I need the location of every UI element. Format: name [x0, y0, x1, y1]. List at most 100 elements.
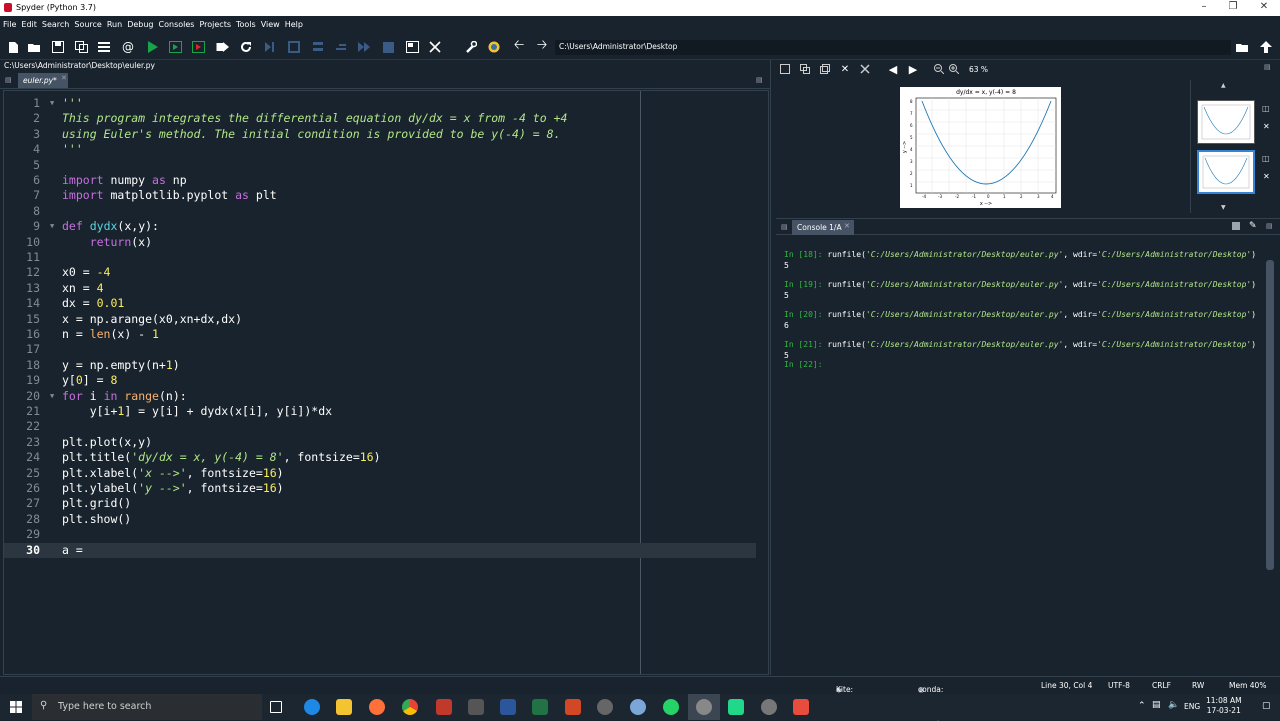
- parent-dir-icon[interactable]: [1259, 40, 1273, 54]
- save-thumb-icon[interactable]: ◫: [1262, 154, 1270, 163]
- new-file-icon[interactable]: [6, 40, 20, 54]
- console-tab-close-icon[interactable]: ✕: [844, 222, 850, 230]
- remove-all-plots-icon[interactable]: [858, 62, 872, 76]
- settings-icon[interactable]: [597, 699, 613, 715]
- previous-plot-icon[interactable]: ◀: [886, 62, 900, 76]
- edit-console-icon[interactable]: ✎: [1249, 221, 1257, 231]
- app-icon[interactable]: [630, 699, 646, 715]
- plot-xlabel: x -->: [980, 201, 992, 207]
- back-arrow-icon[interactable]: 🡠: [512, 38, 526, 54]
- step-return-icon[interactable]: [334, 40, 348, 54]
- edge-icon[interactable]: [304, 699, 320, 715]
- code-editor[interactable]: 1 ▼ ''' 2 This program integrates the diffe…: [3, 90, 769, 675]
- python-path-icon[interactable]: [487, 40, 501, 54]
- console-scrollbar[interactable]: [1266, 260, 1274, 570]
- volume-icon[interactable]: 🔈: [1168, 700, 1179, 710]
- debug-icon[interactable]: [263, 40, 277, 54]
- word-icon[interactable]: [500, 699, 516, 715]
- menu-file[interactable]: File: [0, 16, 18, 29]
- editor-options-icon[interactable]: ▤: [756, 76, 763, 84]
- minimize-icon[interactable]: –: [1192, 1, 1216, 12]
- save-thumb-icon[interactable]: ◫: [1262, 104, 1270, 113]
- task-view-icon[interactable]: [270, 701, 282, 713]
- forward-arrow-icon[interactable]: 🡢: [535, 38, 549, 54]
- language-indicator[interactable]: ENG: [1184, 702, 1200, 711]
- next-plot-icon[interactable]: ▶: [906, 62, 920, 76]
- tab-close-icon[interactable]: ✕: [61, 74, 67, 82]
- step-into-icon[interactable]: [311, 40, 325, 54]
- clock[interactable]: 11:08 AM 17-03-21: [1206, 696, 1242, 716]
- menu-search[interactable]: Search: [39, 16, 71, 29]
- menu-consoles[interactable]: Consoles: [156, 16, 197, 29]
- network-icon[interactable]: ▤: [1152, 700, 1161, 710]
- preferences-wrench-icon[interactable]: [464, 40, 478, 54]
- menu-view[interactable]: View: [258, 16, 282, 29]
- console-output: 5: [784, 261, 789, 270]
- plot-thumbnail[interactable]: [1197, 100, 1255, 144]
- thumb-scroll-down-icon[interactable]: ▼: [1221, 204, 1226, 211]
- run-selection-icon[interactable]: [215, 40, 229, 54]
- zoom-level[interactable]: 63 %: [966, 63, 1002, 76]
- stop-console-icon[interactable]: [1232, 222, 1240, 230]
- active-app-highlight[interactable]: [688, 694, 720, 720]
- thumb-scroll-up-icon[interactable]: ▲: [1221, 82, 1226, 89]
- taskbar-search[interactable]: ⚲ Type here to search: [32, 694, 262, 720]
- at-icon[interactable]: @: [121, 40, 135, 54]
- save-all-icon[interactable]: [74, 40, 88, 54]
- run-cell-icon[interactable]: [168, 40, 182, 54]
- current-code-line[interactable]: 30 a =: [4, 542, 756, 558]
- copy-plot-icon[interactable]: [818, 62, 832, 76]
- open-file-icon[interactable]: [27, 40, 41, 54]
- menu-help[interactable]: Help: [282, 16, 305, 29]
- run-cell-advance-icon[interactable]: [191, 40, 205, 54]
- ipython-console[interactable]: In [18]: runfile('C:/Users/Administrator…: [776, 236, 1280, 676]
- save-plot-icon[interactable]: [778, 62, 792, 76]
- fullscreen-icon[interactable]: [428, 40, 442, 54]
- app-icon[interactable]: [793, 699, 809, 715]
- zoom-out-icon[interactable]: [932, 62, 946, 76]
- file-explorer-icon[interactable]: [336, 699, 352, 715]
- whatsapp-icon[interactable]: [663, 699, 679, 715]
- debug-step-icon[interactable]: [287, 40, 301, 54]
- powerpoint-icon[interactable]: [565, 699, 581, 715]
- tray-chevron-icon[interactable]: ⌃: [1138, 701, 1146, 711]
- browse-folder-icon[interactable]: [1235, 40, 1249, 54]
- maximize-pane-icon[interactable]: [405, 40, 419, 54]
- console-options-icon[interactable]: ▤: [1266, 222, 1273, 230]
- save-icon[interactable]: [51, 40, 65, 54]
- continue-icon[interactable]: [357, 40, 371, 54]
- menu-projects[interactable]: Projects: [196, 16, 233, 29]
- rerun-icon[interactable]: [239, 40, 253, 54]
- zoom-in-icon[interactable]: [947, 62, 961, 76]
- maximize-icon[interactable]: ❐: [1221, 1, 1245, 12]
- console-prompt[interactable]: In [22]:: [784, 360, 823, 369]
- firefox-icon[interactable]: [369, 699, 385, 715]
- excel-icon[interactable]: [532, 699, 548, 715]
- tab-list-icon[interactable]: ▤: [5, 76, 12, 84]
- taskbar: ⚲ Type here to search ⌃ ▤ 🔈 ENG 11:08 AM 1…: [0, 694, 1280, 720]
- stop-debug-icon[interactable]: [381, 40, 395, 54]
- menu-edit[interactable]: Edit: [18, 16, 39, 29]
- console-list-icon[interactable]: ▤: [781, 223, 788, 231]
- windows-start-icon[interactable]: [10, 701, 22, 713]
- remove-plot-icon[interactable]: ✕: [838, 62, 852, 76]
- menu-run[interactable]: Run: [104, 16, 124, 29]
- save-all-plots-icon[interactable]: [798, 62, 812, 76]
- menu-debug[interactable]: Debug: [124, 16, 155, 29]
- app-icon[interactable]: [436, 699, 452, 715]
- close-thumb-icon[interactable]: ✕: [1263, 172, 1270, 181]
- app-icon[interactable]: [728, 699, 744, 715]
- menu-source[interactable]: Source: [71, 16, 103, 29]
- close-icon[interactable]: ✕: [1252, 1, 1276, 12]
- notification-icon[interactable]: ▢: [1262, 701, 1271, 711]
- run-icon[interactable]: [145, 40, 159, 54]
- app-icon[interactable]: [468, 699, 484, 715]
- plot-thumbnail-selected[interactable]: [1197, 150, 1255, 194]
- menu-tools[interactable]: Tools: [233, 16, 258, 29]
- file-list-icon[interactable]: [97, 40, 111, 54]
- chrome-icon[interactable]: [402, 699, 418, 715]
- close-thumb-icon[interactable]: ✕: [1263, 122, 1270, 131]
- app-icon[interactable]: [761, 699, 777, 715]
- plots-options-icon[interactable]: ▤: [1264, 63, 1271, 71]
- working-directory-field[interactable]: C:\Users\Administrator\Desktop: [555, 40, 1231, 55]
